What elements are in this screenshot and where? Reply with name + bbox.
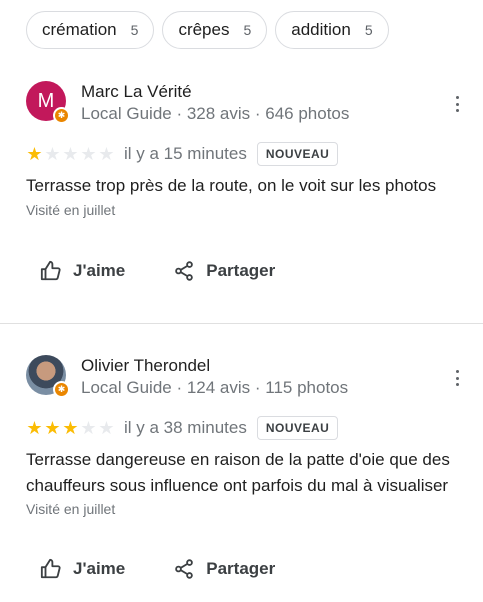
star-filled-icon: ★	[26, 418, 43, 438]
star-rating: ★ ★ ★ ★ ★	[26, 145, 115, 163]
visit-date: Visité en juillet	[26, 501, 116, 517]
filter-chip-crepes[interactable]: crêpes 5	[162, 11, 268, 49]
like-label: J'aime	[73, 559, 126, 578]
like-label: J'aime	[73, 261, 126, 280]
review-time: il y a 15 minutes	[124, 144, 247, 163]
filter-chip-addition[interactable]: addition 5	[275, 11, 389, 49]
avatar[interactable]: ✱	[26, 355, 70, 398]
star-empty-icon: ★	[98, 418, 115, 438]
share-button[interactable]: Partager	[173, 558, 275, 580]
avatar-letter: M	[37, 89, 55, 112]
thumb-up-icon	[40, 558, 61, 579]
local-guide-badge-icon: ✱	[53, 107, 70, 124]
more-vert-icon[interactable]	[450, 368, 464, 388]
filter-chip-cremation[interactable]: crémation 5	[26, 11, 155, 49]
thumb-up-icon	[40, 260, 61, 281]
visit-date: Visité en juillet	[26, 202, 116, 218]
reviewer-meta[interactable]: Local Guide · 124 avis · 115 photos	[81, 378, 348, 398]
share-icon	[175, 559, 194, 579]
share-button[interactable]: Partager	[173, 260, 275, 282]
reviewer-name[interactable]: Olivier Therondel	[81, 356, 210, 376]
star-filled-icon: ★	[26, 144, 43, 164]
filter-chips: crémation 5 crêpes 5 addition 5	[26, 11, 389, 49]
new-badge: NOUVEAU	[256, 142, 339, 166]
review-text: Terrasse trop près de la route, on le vo…	[26, 176, 437, 195]
new-badge: NOUVEAU	[256, 416, 339, 440]
chip-label: crêpes	[178, 20, 230, 39]
local-guide-badge-icon: ✱	[53, 381, 70, 398]
review-time: il y a 38 minutes	[124, 418, 247, 437]
star-empty-icon: ★	[80, 418, 97, 438]
review-divider	[0, 323, 483, 324]
share-label: Partager	[206, 559, 276, 578]
chip-count: 5	[130, 22, 139, 38]
review-actions: J'aime Partager	[40, 558, 275, 580]
star-empty-icon: ★	[98, 144, 115, 164]
star-empty-icon: ★	[62, 144, 79, 164]
rating-row: ★ ★ ★ ★ ★ il y a 38 minutes NOUVEAU	[26, 416, 339, 440]
rating-row: ★ ★ ★ ★ ★ il y a 15 minutes NOUVEAU	[26, 142, 339, 166]
share-label: Partager	[206, 261, 276, 280]
chip-label: crémation	[42, 20, 117, 39]
star-empty-icon: ★	[44, 144, 61, 164]
like-button[interactable]: J'aime	[40, 558, 125, 580]
star-filled-icon: ★	[62, 418, 79, 438]
share-icon	[175, 261, 194, 281]
star-empty-icon: ★	[80, 144, 97, 164]
review-actions: J'aime Partager	[40, 260, 275, 282]
more-vert-icon[interactable]	[450, 94, 464, 114]
like-button[interactable]: J'aime	[40, 260, 125, 282]
star-rating: ★ ★ ★ ★ ★	[26, 419, 115, 437]
review-text: Terrasse dangereuse en raison de la patt…	[26, 450, 450, 495]
chip-label: addition	[291, 20, 351, 39]
chip-count: 5	[243, 22, 252, 38]
reviewer-meta[interactable]: Local Guide · 328 avis · 646 photos	[81, 104, 349, 124]
avatar[interactable]: M ✱	[26, 81, 70, 124]
chip-count: 5	[364, 22, 373, 38]
star-filled-icon: ★	[44, 418, 61, 438]
reviewer-name[interactable]: Marc La Vérité	[81, 82, 192, 102]
